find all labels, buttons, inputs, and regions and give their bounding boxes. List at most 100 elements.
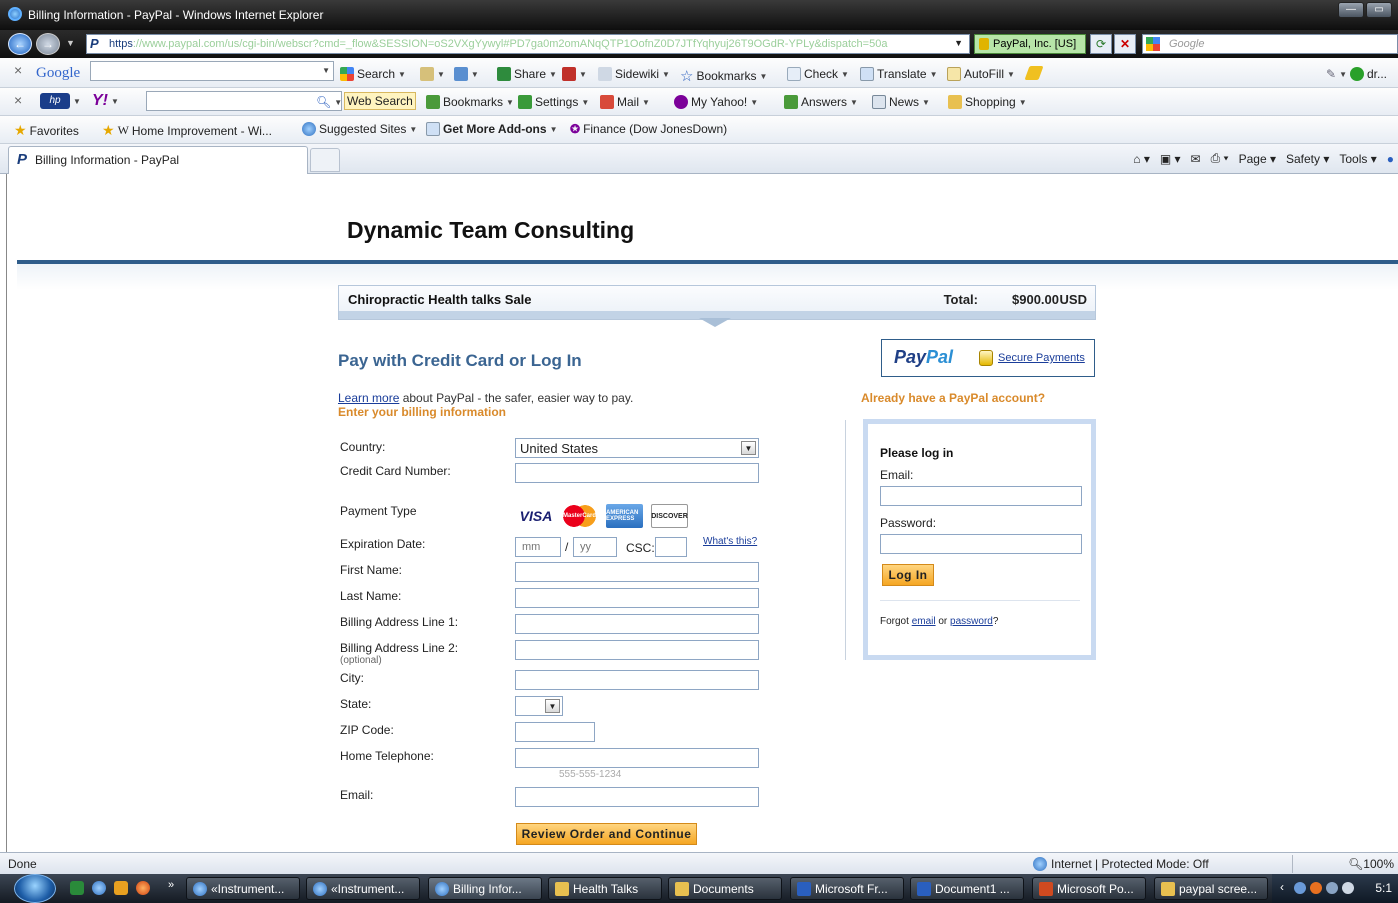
tools-menu[interactable]: Tools ▾ (1339, 152, 1376, 166)
stop-button[interactable]: ✕ (1114, 34, 1136, 54)
translate-button[interactable]: Translate ▼ (860, 67, 938, 81)
taskbar-item-active[interactable]: Billing Infor... (428, 877, 542, 900)
google-bookmarks-button[interactable]: ☆ Bookmarks ▼ (680, 67, 767, 85)
news-button[interactable]: News ▼ (872, 95, 930, 109)
close-toolbar-icon[interactable]: × (14, 62, 22, 78)
security-zone[interactable]: Internet | Protected Mode: Off (1033, 857, 1209, 871)
print-icon[interactable]: ⎙ ▾ (1211, 151, 1229, 166)
yahoo-search-input[interactable] (146, 91, 342, 111)
autofill-button[interactable]: AutoFill ▼ (947, 67, 1015, 81)
quick-launch-more-icon[interactable]: » (168, 879, 174, 891)
google-account-menu[interactable]: ✎ ▼ dr... (1326, 67, 1387, 81)
home-icon[interactable]: ⌂ ▾ (1133, 152, 1150, 166)
web-search-button[interactable]: Web Search (344, 92, 416, 110)
country-select[interactable]: United States ▼ (515, 438, 759, 458)
expiration-month-field[interactable] (515, 537, 561, 557)
yahoo-mail-button[interactable]: Mail ▼ (600, 95, 650, 109)
highlight-button[interactable] (1024, 66, 1044, 80)
login-button[interactable]: Log In (882, 564, 934, 586)
get-addons-link[interactable]: Get More Add-ons ▼ (426, 122, 557, 136)
login-email-field[interactable] (880, 486, 1082, 506)
city-field[interactable] (515, 670, 759, 690)
zoom-level[interactable]: 🔍︎100% (1348, 857, 1394, 871)
browser-search-box[interactable]: Google (1142, 34, 1398, 54)
search-icon-button[interactable]: 🔍︎ ▼ (316, 95, 342, 109)
security-certificate[interactable]: PayPal, Inc. [US] (974, 34, 1086, 54)
taskbar-item[interactable]: Document1 ... (910, 877, 1024, 900)
taskbar-item[interactable]: «Instrument... (186, 877, 300, 900)
taskbar-item[interactable]: Microsoft Po... (1032, 877, 1146, 900)
chevron-down-icon[interactable]: ▼ (322, 66, 330, 75)
card-number-field[interactable] (515, 463, 759, 483)
volume-icon[interactable] (1342, 882, 1354, 894)
address1-field[interactable] (515, 614, 759, 634)
expiration-year-field[interactable] (573, 537, 617, 557)
address-bar[interactable]: P https://www.paypal.com/us/cgi-bin/webs… (86, 34, 970, 54)
state-select[interactable]: ▼ (515, 696, 563, 716)
taskbar-item[interactable]: paypal scree... (1154, 877, 1268, 900)
back-button[interactable]: ← (8, 33, 32, 55)
new-tab-button[interactable] (310, 148, 340, 172)
firefox-icon[interactable] (136, 881, 150, 895)
page-menu[interactable]: Page ▾ (1239, 152, 1276, 166)
taskbar-item[interactable]: Documents (668, 877, 782, 900)
spellcheck-button[interactable]: Check ▼ (787, 67, 849, 81)
shopping-button[interactable]: Shopping ▼ (948, 95, 1027, 109)
read-mail-icon[interactable]: ✉ (1191, 152, 1201, 166)
address-url[interactable]: https://www.paypal.com/us/cgi-bin/webscr… (109, 38, 939, 50)
translate-small-button[interactable]: ▼ (562, 67, 587, 81)
forgot-email-link[interactable]: email (912, 616, 936, 627)
my-yahoo-button[interactable]: My Yahoo! ▼ (674, 95, 758, 109)
whats-this-link[interactable]: What's this? (703, 536, 757, 547)
csc-field[interactable] (655, 537, 687, 557)
first-name-field[interactable] (515, 562, 759, 582)
secure-payments-link[interactable]: Secure Payments (998, 352, 1085, 364)
ie-icon[interactable] (92, 881, 106, 895)
refresh-button[interactable]: ⟳ (1090, 34, 1112, 54)
feeds-icon[interactable]: ▣ ▾ (1160, 152, 1181, 166)
favorites-button[interactable]: ★ Favorites (14, 122, 79, 139)
tab-billing-information[interactable]: P Billing Information - PayPal (8, 146, 308, 174)
tray-expand-icon[interactable]: ‹ (1280, 880, 1284, 894)
phone-field[interactable] (515, 748, 759, 768)
forward-button[interactable]: → (36, 33, 60, 55)
yahoo-logo-button[interactable]: Y! ▼ (92, 92, 119, 110)
chevron-down-icon[interactable]: ▼ (741, 441, 756, 455)
google-search-button[interactable]: Search ▼ (340, 67, 406, 81)
last-name-field[interactable] (515, 588, 759, 608)
hp-button[interactable]: hp ▼ (40, 93, 81, 109)
help-icon[interactable]: ● (1387, 152, 1394, 166)
address2-field[interactable] (515, 640, 759, 660)
close-toolbar-icon[interactable]: × (14, 92, 22, 108)
maximize-button[interactable]: ▭ (1366, 2, 1392, 18)
favorite-home-improvement[interactable]: ★ W Home Improvement - Wi... (102, 122, 272, 139)
monitor-icon[interactable] (1326, 882, 1338, 894)
answers-button[interactable]: Answers ▼ (784, 95, 858, 109)
review-order-button[interactable]: Review Order and Continue (516, 823, 697, 845)
minimize-button[interactable]: — (1338, 2, 1364, 18)
taskbar-item[interactable]: «Instrument... (306, 877, 420, 900)
yahoo-settings-button[interactable]: Settings ▼ (518, 95, 589, 109)
tray-app-icon[interactable] (1310, 882, 1322, 894)
taskbar-item[interactable]: Health Talks (548, 877, 662, 900)
yahoo-bookmarks-button[interactable]: Bookmarks ▼ (426, 95, 514, 109)
address-dropdown-icon[interactable]: ▼ (954, 38, 963, 48)
share-button[interactable]: Share ▼ (497, 67, 557, 81)
taskbar-item[interactable]: Microsoft Fr... (790, 877, 904, 900)
forgot-password-link[interactable]: password (950, 616, 993, 627)
start-button[interactable] (14, 874, 56, 903)
safety-menu[interactable]: Safety ▾ (1286, 152, 1329, 166)
login-password-field[interactable] (880, 534, 1082, 554)
sidewiki-button[interactable]: Sidewiki ▼ (598, 67, 670, 81)
quick-launch-app-icon[interactable] (70, 881, 84, 895)
quick-launch-app-icon[interactable] (114, 881, 128, 895)
chevron-down-icon[interactable]: ▼ (545, 699, 560, 713)
email-field[interactable] (515, 787, 759, 807)
google-search-input[interactable]: ▼ (90, 61, 334, 81)
finance-feed-link[interactable]: ✪ Finance (Dow JonesDown) (570, 122, 727, 136)
learn-more-link[interactable]: Learn more (338, 391, 399, 405)
bookmarks-star-button[interactable]: ▼ ▼ (420, 67, 479, 81)
network-icon[interactable] (1294, 882, 1306, 894)
clock[interactable]: 5:1 (1375, 881, 1392, 895)
history-dropdown-icon[interactable]: ▼ (66, 38, 75, 48)
